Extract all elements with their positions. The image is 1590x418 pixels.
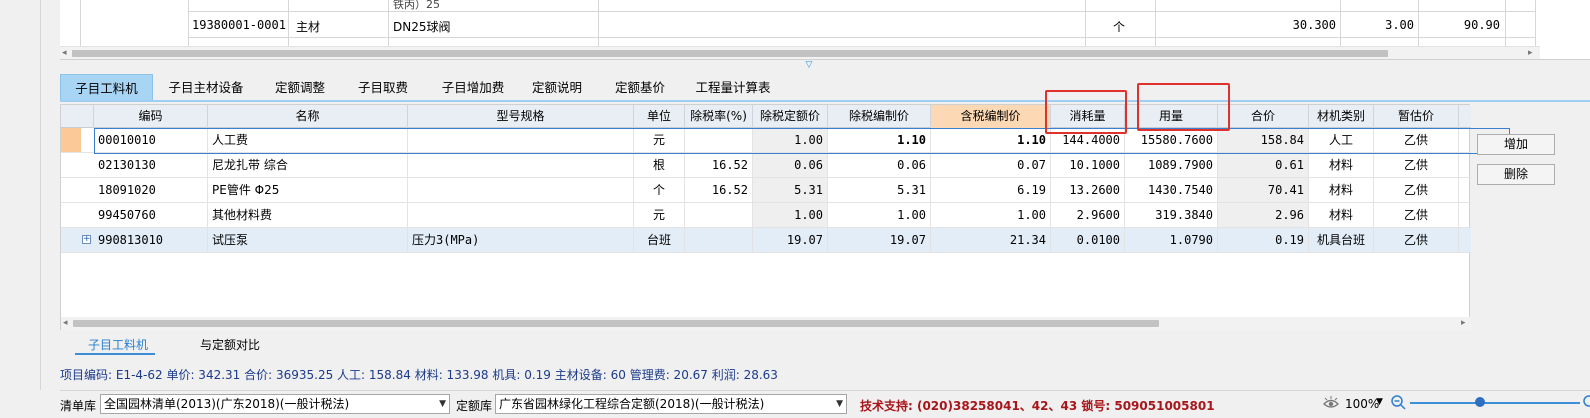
tab-subitem-fee[interactable]: 子目取费 [348, 74, 418, 101]
scroll-right-icon[interactable]: ▸ [1461, 318, 1466, 328]
partial-row-spec: 铁丙）25 [393, 0, 440, 11]
header-rownum [61, 105, 94, 128]
header-total[interactable]: 合价 [1218, 105, 1309, 128]
tab-bottom-quota-compare[interactable]: 与定额对比 [200, 336, 260, 353]
top-row-code[interactable]: 19380001-0001 [192, 18, 286, 32]
scroll-right-icon[interactable]: ▸ [1528, 48, 1533, 58]
splitter-chevron-down-icon[interactable]: ▽ [802, 61, 816, 70]
tech-support-text: 技术支持: (020)38258041、42、43 锁号: 5090510058… [860, 399, 1215, 413]
header-spec[interactable]: 型号规格 [408, 105, 634, 128]
header-tax-rate[interactable]: 除税率(%) [685, 105, 753, 128]
zoom-out-icon[interactable] [1390, 394, 1406, 410]
top-vertical-scrollbar[interactable] [1535, 0, 1536, 46]
table-row[interactable]: 18091020 PE管件 Φ25 个 16.52 5.31 5.31 6.19… [61, 178, 1471, 203]
top-row-name[interactable]: DN25球阀 [393, 18, 451, 35]
table-row[interactable]: 990813010 试压泵 压力3(MPa) 台班 19.07 19.07 21… [61, 228, 1471, 253]
chevron-down-icon: ▼ [836, 399, 843, 409]
zoom-level[interactable]: 100% [1345, 397, 1379, 411]
quota-library-select[interactable]: 广东省园林绿化工程综合定额(2018)(一般计税法) ▼ [495, 394, 847, 414]
scroll-left-icon[interactable]: ◂ [63, 318, 68, 328]
table-row[interactable]: 02130130 尼龙扎带 综合 根 16.52 0.06 0.06 0.07 … [61, 153, 1471, 178]
left-panel-strip [0, 0, 60, 390]
tab-bottom-labor-material[interactable]: 子目工料机 [88, 336, 148, 353]
eye-protection-icon[interactable] [1322, 395, 1340, 411]
status-bar: 清单库 全国园林清单(2013)(广东2018)(一般计税法) ▼ 定额库 广东… [60, 390, 1590, 418]
expand-plus-icon[interactable]: + [82, 235, 91, 244]
tab-subitem-main-equipment[interactable]: 子目主材设备 [160, 74, 252, 101]
tab-bar-underline [60, 100, 1590, 102]
tab-quota-adjust[interactable]: 定额调整 [265, 74, 335, 101]
header-material-type[interactable]: 材机类别 [1309, 105, 1374, 128]
item-summary-line: 项目编码: E1-4-62 单价: 342.31 合价: 36935.25 人工… [60, 368, 778, 382]
top-row-qty[interactable]: 30.300 [1260, 18, 1336, 32]
highlight-box-usage [1137, 83, 1230, 131]
scroll-thumb[interactable] [73, 320, 1159, 327]
list-library-select[interactable]: 全国园林清单(2013)(广东2018)(一般计税法) ▼ [100, 394, 450, 414]
zoom-dropdown-icon[interactable]: ▼ [1376, 397, 1383, 407]
left-divider [40, 0, 41, 390]
header-name[interactable]: 名称 [208, 105, 408, 128]
table-row[interactable]: 99450760 其他材料费 元 1.00 1.00 1.00 2.9600 3… [61, 203, 1471, 228]
chevron-down-icon: ▼ [439, 399, 446, 409]
zoom-slider-track[interactable] [1410, 402, 1580, 404]
grid-header: 编码 名称 型号规格 单位 除税率(%) 除税定额价 除税编制价 含税编制价 消… [61, 105, 1471, 128]
zoom-in-icon[interactable] [1582, 394, 1590, 410]
scroll-thumb[interactable] [72, 50, 1388, 57]
top-row-price[interactable]: 3.00 [1344, 18, 1414, 32]
top-row-unit[interactable]: 个 [1113, 18, 1125, 35]
grid-horizontal-scrollbar[interactable]: ◂ ▸ [61, 317, 1471, 330]
detail-tab-bar: 子目工料机 子目主材设备 定额调整 子目取费 子目增加费 定额说明 定额基价 工… [60, 72, 1590, 101]
tab-quantity-calc[interactable]: 工程量计算表 [688, 74, 778, 101]
top-horizontal-scrollbar[interactable]: ◂ ▸ [60, 46, 1540, 59]
delete-button[interactable]: 删除 [1477, 164, 1555, 185]
header-tax-comp[interactable]: 含税编制价 [931, 105, 1051, 128]
tab-quota-base-price[interactable]: 定额基价 [605, 74, 675, 101]
bottom-tab-underline [75, 353, 155, 355]
header-ex-tax-base[interactable]: 除税定额价 [753, 105, 828, 128]
top-row-category[interactable]: 主材 [296, 18, 320, 35]
header-ex-tax-comp[interactable]: 除税编制价 [828, 105, 931, 128]
table-row[interactable]: 00010010 人工费 元 1.00 1.10 1.10 144.4000 1… [61, 128, 1471, 153]
header-provisional[interactable]: 暂估价 [1374, 105, 1459, 128]
top-row-total[interactable]: 90.90 [1422, 18, 1500, 32]
tab-quota-description[interactable]: 定额说明 [522, 74, 592, 101]
top-detail-grid: 铁丙）25 19380001-0001 主材 DN25球阀 个 30.300 3… [60, 0, 1590, 60]
highlight-box-consumption [1045, 90, 1127, 134]
list-library-label: 清单库 [60, 399, 97, 413]
tab-subitem-extra-fee[interactable]: 子目增加费 [432, 74, 514, 101]
quota-library-label: 定额库 [456, 399, 493, 413]
header-unit[interactable]: 单位 [634, 105, 685, 128]
add-button[interactable]: 增加 [1477, 134, 1555, 155]
labor-material-grid: 编码 名称 型号规格 单位 除税率(%) 除税定额价 除税编制价 含税编制价 消… [60, 104, 1510, 330]
header-code[interactable]: 编码 [94, 105, 208, 128]
scroll-left-icon[interactable]: ◂ [62, 48, 67, 58]
zoom-slider-handle[interactable] [1475, 397, 1485, 407]
tab-subitem-labor-material[interactable]: 子目工料机 [60, 74, 153, 101]
